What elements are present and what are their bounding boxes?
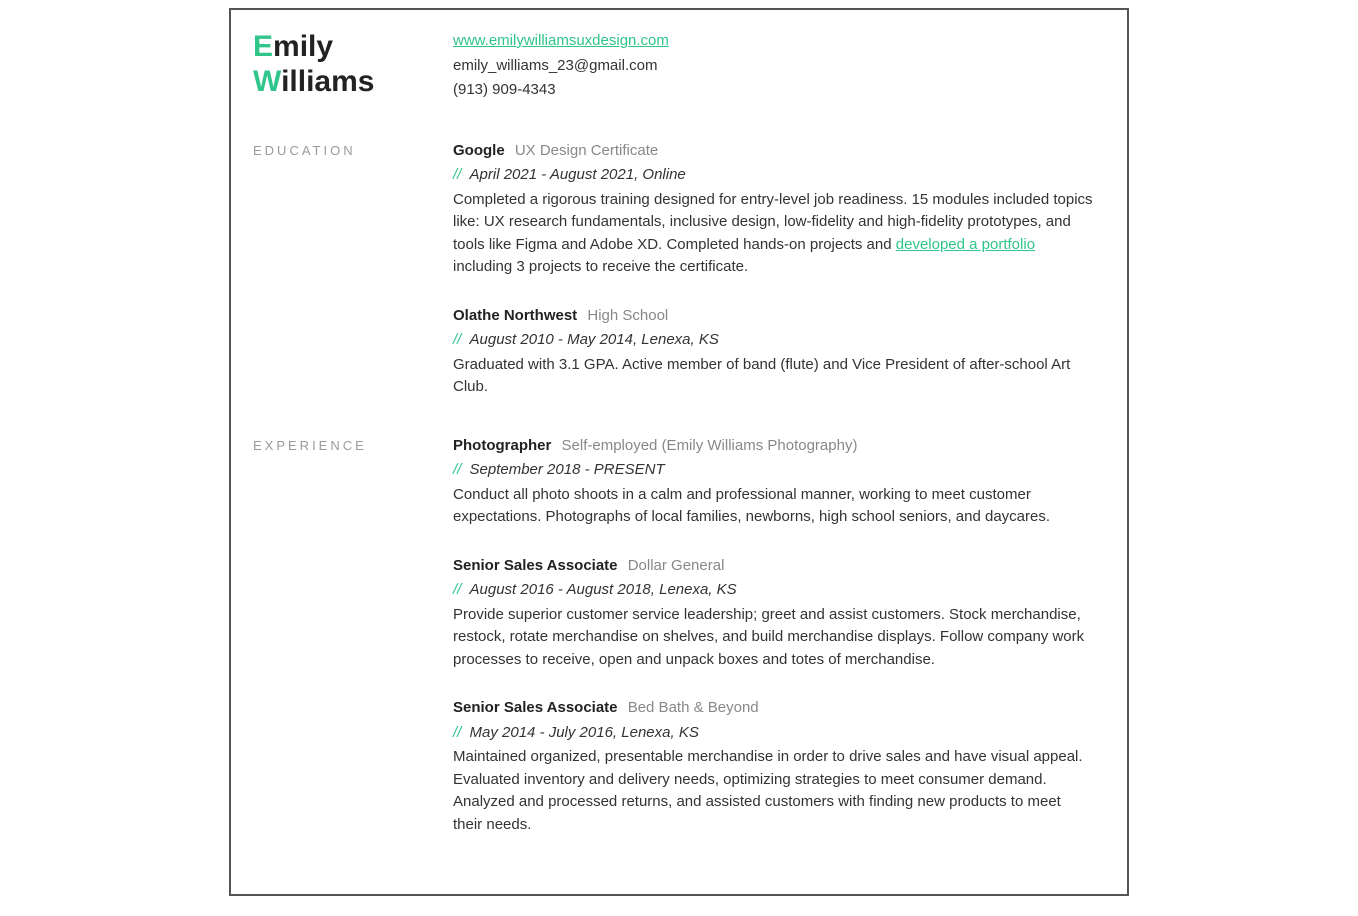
desc-part-after: including 3 projects to receive the cert…	[453, 258, 748, 275]
entry-description: Maintained organized, presentable mercha…	[453, 746, 1093, 836]
date-slashes: //	[453, 166, 461, 183]
entry-description: Graduated with 3.1 GPA. Active member of…	[453, 354, 1093, 399]
education-entry: Olathe Northwest High School // August 2…	[453, 305, 1093, 399]
first-name-rest: mily	[273, 30, 333, 63]
phone-line: (913) 909-4343	[453, 79, 1093, 102]
entry-subtitle: Dollar General	[628, 557, 725, 574]
entry-heading: Photographer Self-employed (Emily Willia…	[453, 435, 1093, 458]
entry-title: Senior Sales Associate	[453, 699, 618, 716]
entry-title: Olathe Northwest	[453, 307, 577, 324]
entry-date: // August 2010 - May 2014, Lenexa, KS	[453, 329, 1093, 352]
entry-heading: Google UX Design Certificate	[453, 140, 1093, 163]
entry-date: // May 2014 - July 2016, Lenexa, KS	[453, 722, 1093, 745]
contact-block: www.emilywilliamsuxdesign.com emily_will…	[453, 30, 1093, 104]
portfolio-link[interactable]: developed a portfolio	[896, 236, 1035, 253]
date-text: April 2021 - August 2021, Online	[470, 166, 686, 183]
experience-entry: Photographer Self-employed (Emily Willia…	[453, 435, 1093, 529]
date-text: August 2010 - May 2014, Lenexa, KS	[470, 331, 719, 348]
entry-subtitle: Bed Bath & Beyond	[628, 699, 759, 716]
last-initial: W	[253, 65, 281, 98]
entry-description: Completed a rigorous training designed f…	[453, 189, 1093, 279]
date-text: May 2014 - July 2016, Lenexa, KS	[470, 724, 699, 741]
education-content: Google UX Design Certificate // April 20…	[453, 140, 1093, 399]
education-section: EDUCATION Google UX Design Certificate /…	[253, 140, 1093, 399]
entry-description: Provide superior customer service leader…	[453, 604, 1093, 672]
entry-subtitle: High School	[587, 307, 668, 324]
website-line: www.emilywilliamsuxdesign.com	[453, 30, 1093, 53]
experience-content: Photographer Self-employed (Emily Willia…	[453, 435, 1093, 837]
experience-entry: Senior Sales Associate Bed Bath & Beyond…	[453, 697, 1093, 836]
entry-heading: Senior Sales Associate Bed Bath & Beyond	[453, 697, 1093, 720]
experience-section: EXPERIENCE Photographer Self-employed (E…	[253, 435, 1093, 837]
first-initial: E	[253, 30, 273, 63]
experience-entry: Senior Sales Associate Dollar General //…	[453, 555, 1093, 672]
date-slashes: //	[453, 461, 461, 478]
date-text: August 2016 - August 2018, Lenexa, KS	[470, 581, 737, 598]
entry-title: Senior Sales Associate	[453, 557, 618, 574]
entry-date: // August 2016 - August 2018, Lenexa, KS	[453, 579, 1093, 602]
applicant-name: Emily Williams	[253, 30, 443, 99]
date-slashes: //	[453, 331, 461, 348]
entry-title: Google	[453, 142, 505, 159]
education-label: EDUCATION	[253, 140, 453, 158]
website-link[interactable]: www.emilywilliamsuxdesign.com	[453, 32, 669, 49]
entry-title: Photographer	[453, 437, 551, 454]
email-line: emily_williams_23@gmail.com	[453, 55, 1093, 78]
name-block: Emily Williams	[253, 30, 453, 99]
entry-description: Conduct all photo shoots in a calm and p…	[453, 484, 1093, 529]
education-entry: Google UX Design Certificate // April 20…	[453, 140, 1093, 279]
resume-document: Emily Williams www.emilywilliamsuxdesign…	[229, 8, 1129, 896]
entry-subtitle: Self-employed (Emily Williams Photograph…	[562, 437, 858, 454]
entry-heading: Senior Sales Associate Dollar General	[453, 555, 1093, 578]
entry-date: // September 2018 - PRESENT	[453, 459, 1093, 482]
date-slashes: //	[453, 581, 461, 598]
page-wrap: Emily Williams www.emilywilliamsuxdesign…	[0, 0, 1358, 916]
date-text: September 2018 - PRESENT	[470, 461, 665, 478]
entry-subtitle: UX Design Certificate	[515, 142, 658, 159]
experience-label: EXPERIENCE	[253, 435, 453, 453]
header-row: Emily Williams www.emilywilliamsuxdesign…	[253, 30, 1093, 104]
date-slashes: //	[453, 724, 461, 741]
entry-heading: Olathe Northwest High School	[453, 305, 1093, 328]
entry-date: // April 2021 - August 2021, Online	[453, 164, 1093, 187]
last-name-rest: illiams	[281, 65, 374, 98]
